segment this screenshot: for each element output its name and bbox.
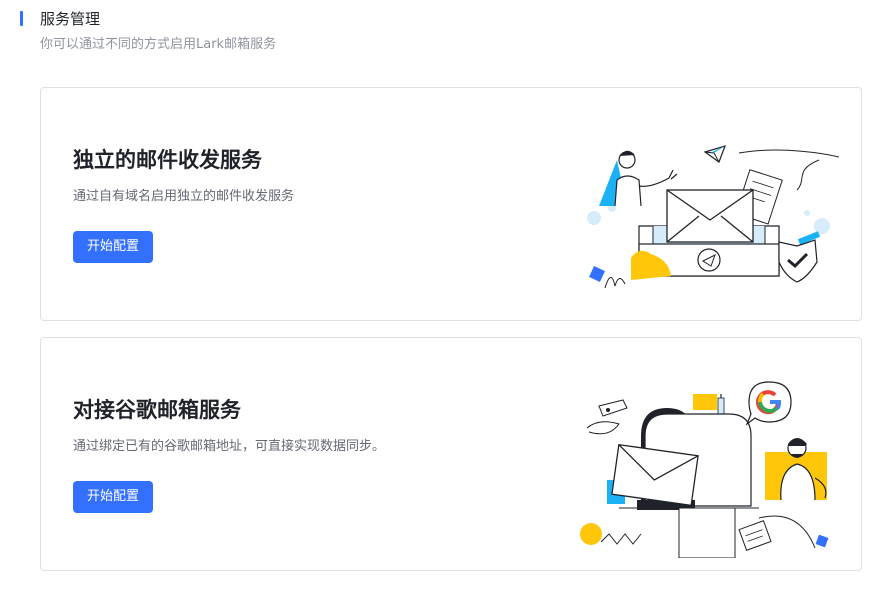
google-mail-illustration [580,381,829,558]
start-config-button[interactable]: 开始配置 [73,481,153,513]
mail-service-illustration [587,145,839,289]
card-title: 独立的邮件收发服务 [73,148,262,172]
checkmark-shield-icon [778,231,821,283]
paper-plane-icon [703,145,726,163]
mail-envelope-icon [607,443,699,507]
card-title: 对接谷歌邮箱服务 [73,398,241,422]
page-header: 服务管理 你可以通过不同的方式启用Lark邮箱服务 [0,0,880,60]
title-accent-bar [20,11,23,26]
start-config-button[interactable]: 开始配置 [73,231,153,263]
page-title: 服务管理 [40,10,101,28]
google-logo-icon [745,381,792,426]
page-subtitle: 你可以通过不同的方式启用Lark邮箱服务 [40,37,277,52]
service-card-standalone: 独立的邮件收发服务 通过自有域名启用独立的邮件收发服务 开始配置 [40,87,862,321]
card-description: 通过绑定已有的谷歌邮箱地址，可直接实现数据同步。 [73,439,386,454]
card-description: 通过自有域名启用独立的邮件收发服务 [73,189,295,204]
mail-envelope-icon [666,189,754,243]
service-card-google: 对接谷歌邮箱服务 通过绑定已有的谷歌邮箱地址，可直接实现数据同步。 开始配置 [40,337,862,571]
